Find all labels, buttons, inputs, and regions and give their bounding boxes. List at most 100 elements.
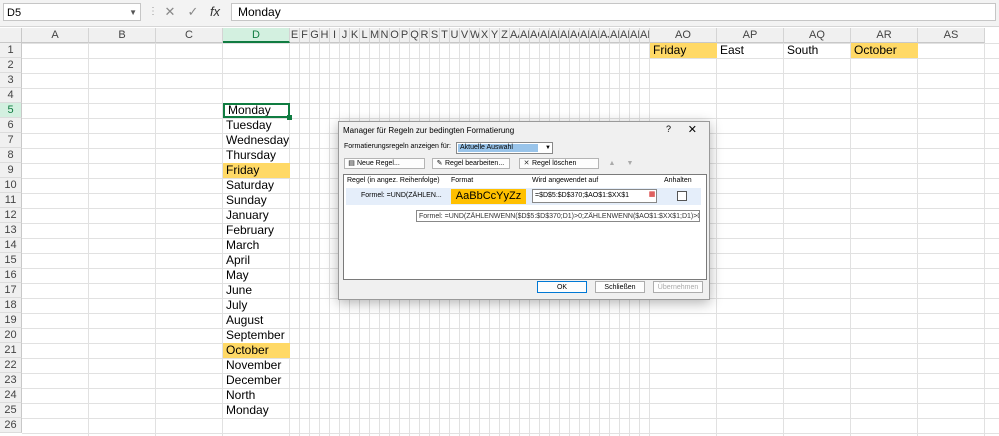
row-header[interactable]: 11 [0, 193, 22, 208]
cell[interactable]: Monday [223, 403, 290, 418]
ok-button[interactable]: OK [537, 281, 587, 293]
column-header[interactable]: S [430, 28, 440, 43]
name-box[interactable]: D5 ▼ [3, 3, 141, 21]
cell[interactable]: January [223, 208, 290, 223]
cell[interactable]: March [223, 238, 290, 253]
column-header[interactable]: AG [570, 28, 580, 43]
column-header[interactable]: AK [610, 28, 620, 43]
row-header[interactable]: 19 [0, 313, 22, 328]
row-header[interactable]: 18 [0, 298, 22, 313]
cell[interactable]: July [223, 298, 290, 313]
cell[interactable]: Friday [223, 163, 290, 178]
row-header[interactable]: 6 [0, 118, 22, 133]
row-header[interactable]: 14 [0, 238, 22, 253]
column-header[interactable]: AM [630, 28, 640, 43]
delete-rule-button[interactable]: ✕ Regel löschen [519, 158, 599, 169]
active-cell[interactable]: Monday [223, 103, 290, 118]
cell[interactable]: Sunday [223, 193, 290, 208]
cell[interactable]: East [717, 43, 784, 58]
cell[interactable]: October [223, 343, 290, 358]
column-header[interactable]: A [22, 28, 89, 43]
column-header[interactable]: AE [550, 28, 560, 43]
row-header[interactable]: 17 [0, 283, 22, 298]
column-header[interactable]: R [420, 28, 430, 43]
column-header[interactable]: K [350, 28, 360, 43]
column-header[interactable]: L [360, 28, 370, 43]
column-header[interactable]: V [460, 28, 470, 43]
cell[interactable]: April [223, 253, 290, 268]
cancel-icon[interactable]: ✕ [160, 3, 180, 21]
stop-if-true-checkbox[interactable] [677, 191, 687, 201]
column-header[interactable]: AD [540, 28, 550, 43]
row-header[interactable]: 10 [0, 178, 22, 193]
new-rule-button[interactable]: ▤ Neue Regel... [344, 158, 425, 169]
row-header[interactable]: 5 [0, 103, 22, 118]
close-button[interactable]: Schließen [595, 281, 645, 293]
column-header[interactable]: AJ [600, 28, 610, 43]
cell[interactable]: November [223, 358, 290, 373]
column-header[interactable]: N [380, 28, 390, 43]
rule-row[interactable]: Formel: =UND(ZÄHLEN... AaBbCcYyZz =$D$5:… [346, 188, 701, 205]
formula-input[interactable]: Monday [231, 3, 996, 21]
row-header[interactable]: 1 [0, 43, 22, 58]
enter-icon[interactable]: ✓ [183, 3, 203, 21]
column-header[interactable]: Q [410, 28, 420, 43]
row-header[interactable]: 24 [0, 388, 22, 403]
column-header[interactable]: I [330, 28, 340, 43]
cell[interactable]: Saturday [223, 178, 290, 193]
column-header[interactable]: AC [530, 28, 540, 43]
column-header[interactable]: AQ [784, 28, 851, 43]
row-header[interactable]: 13 [0, 223, 22, 238]
column-header[interactable]: AO [650, 28, 717, 43]
column-header[interactable]: J [340, 28, 350, 43]
row-header[interactable]: 9 [0, 163, 22, 178]
applies-to-field[interactable]: =$D$5:$D$370;$AO$1:$XX$1 [532, 189, 657, 203]
column-header[interactable]: AR [851, 28, 918, 43]
column-header[interactable]: AL [620, 28, 630, 43]
edit-rule-button[interactable]: ✎ Regel bearbeiten... [432, 158, 510, 169]
column-header[interactable]: AN [640, 28, 650, 43]
column-header[interactable]: C [156, 28, 223, 43]
column-header[interactable]: AF [560, 28, 570, 43]
help-icon[interactable]: ? [666, 124, 671, 134]
column-header[interactable]: AI [590, 28, 600, 43]
row-header[interactable]: 7 [0, 133, 22, 148]
cell[interactable]: South [784, 43, 851, 58]
column-header[interactable]: H [320, 28, 330, 43]
cell[interactable]: August [223, 313, 290, 328]
column-header[interactable]: X [480, 28, 490, 43]
column-header[interactable]: P [400, 28, 410, 43]
column-header[interactable]: AB [520, 28, 530, 43]
column-header[interactable]: AH [580, 28, 590, 43]
column-header[interactable]: W [470, 28, 480, 43]
cell[interactable]: Wednesday [223, 133, 290, 148]
chevron-down-icon[interactable]: ▼ [129, 4, 137, 22]
move-down-button[interactable]: ▼ [623, 158, 637, 169]
column-header[interactable]: Z [500, 28, 510, 43]
row-header[interactable]: 15 [0, 253, 22, 268]
row-header[interactable]: 3 [0, 73, 22, 88]
column-header[interactable]: G [310, 28, 320, 43]
range-select-icon[interactable]: ▦ [647, 190, 657, 200]
cell[interactable]: December [223, 373, 290, 388]
row-header[interactable]: 23 [0, 373, 22, 388]
column-header[interactable]: E [290, 28, 300, 43]
row-header[interactable]: 12 [0, 208, 22, 223]
row-header[interactable]: 20 [0, 328, 22, 343]
cell[interactable]: February [223, 223, 290, 238]
move-up-button[interactable]: ▲ [605, 158, 619, 169]
row-header[interactable]: 21 [0, 343, 22, 358]
close-icon[interactable]: ✕ [688, 123, 697, 136]
cell[interactable]: Thursday [223, 148, 290, 163]
column-header[interactable]: B [89, 28, 156, 43]
column-header[interactable]: O [390, 28, 400, 43]
row-header[interactable]: 22 [0, 358, 22, 373]
row-header[interactable]: 26 [0, 418, 22, 433]
cell[interactable]: September [223, 328, 290, 343]
cell[interactable]: October [851, 43, 918, 58]
column-header[interactable]: U [450, 28, 460, 43]
column-header[interactable]: D [223, 28, 290, 43]
column-header[interactable]: T [440, 28, 450, 43]
cell[interactable]: May [223, 268, 290, 283]
insert-function-icon[interactable]: fx [205, 3, 225, 21]
